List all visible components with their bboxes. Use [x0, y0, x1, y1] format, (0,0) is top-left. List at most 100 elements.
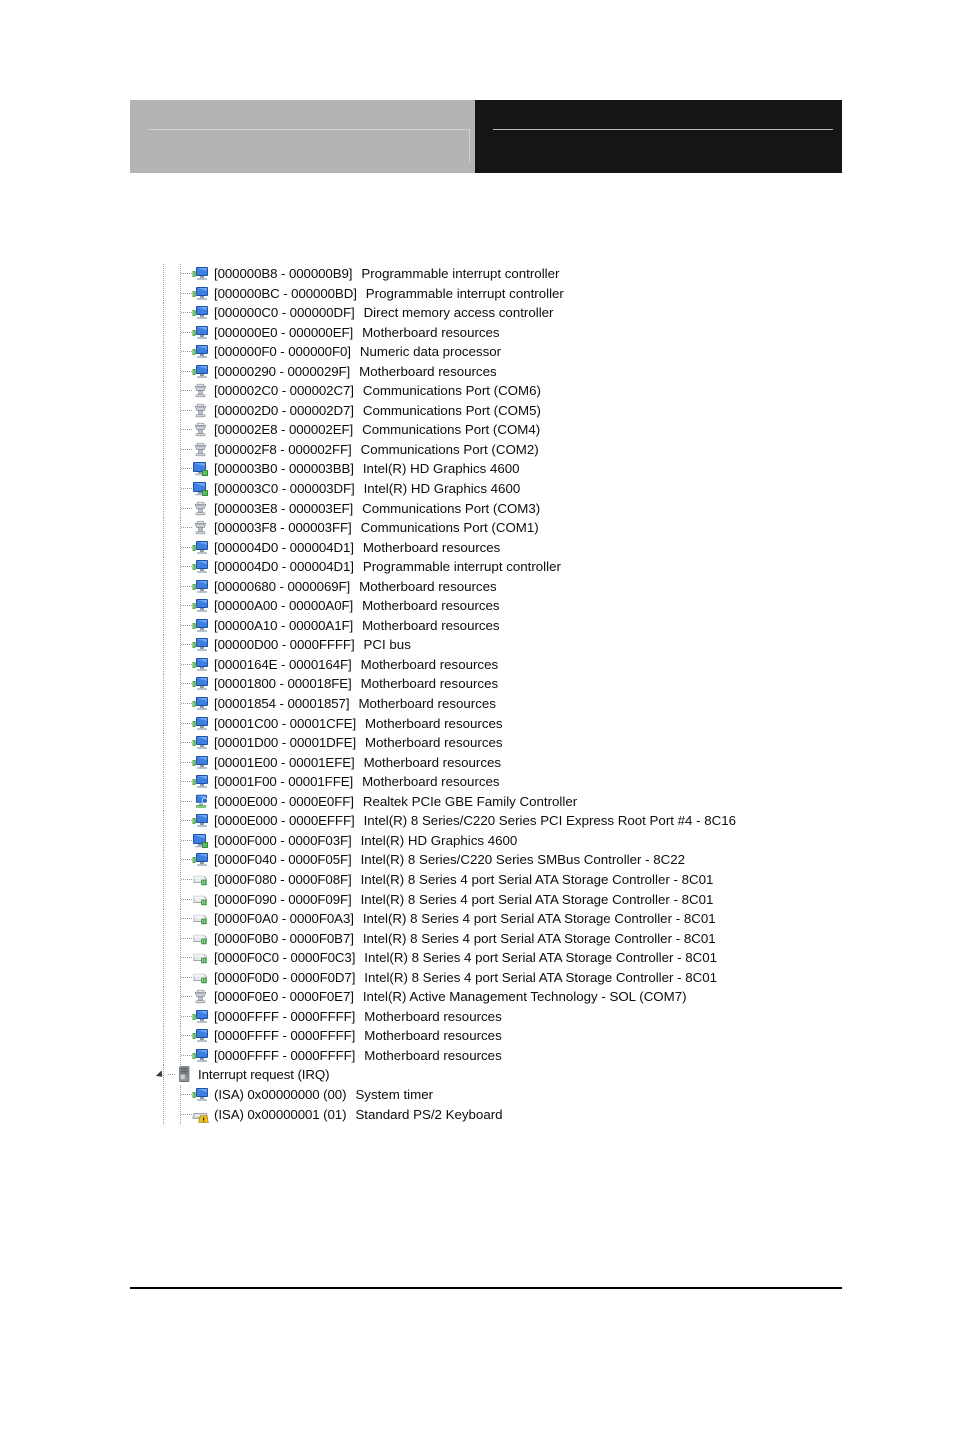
tree-row-description: Motherboard resources: [360, 676, 499, 692]
tree-row[interactable]: [00001F00 - 00001FFE] Motherboard resourc…: [0, 772, 954, 792]
motherboard-resource-icon: [192, 559, 209, 575]
tree-guide-rail-outer: [163, 283, 164, 304]
tree-row-description: Intel(R) 8 Series/C220 Series SMBus Cont…: [360, 852, 686, 868]
tree-row[interactable]: [00000680 - 0000069F] Motherboard resourc…: [0, 576, 954, 597]
tree-row[interactable]: [00001C00 - 00001CFE] Motherboard resourc…: [0, 713, 954, 734]
tree-row[interactable]: [000002F8 - 000002FF] Communications Port…: [0, 439, 954, 460]
tree-row-label: [000002C0 - 000002C7] Communications Port…: [214, 381, 541, 401]
tree-row-address: [00000A10 - 00000A1F]: [214, 617, 354, 633]
tree-row-label: [0000F080 - 0000F08F] Intel(R) 8 Series 4…: [214, 870, 713, 890]
tree-guide-elbow: [181, 448, 192, 450]
tree-row-description: Motherboard resources: [359, 363, 497, 379]
tree-row[interactable]: [0000FFFF - 0000FFFF] Motherboard resourc…: [0, 1026, 954, 1046]
tree-row[interactable]: [000002E8 - 000002EF] Communications Port…: [0, 420, 954, 440]
tree-row-description: Motherboard resources: [360, 656, 499, 672]
tree-row-address: [000003F8 - 000003FF]: [214, 520, 352, 536]
tree-row[interactable]: [00000D00 - 0000FFFF] PCI bus: [0, 635, 954, 655]
tree-row[interactable]: [0000F000 - 0000F03F] Intel(R) HD Graphic…: [0, 830, 954, 851]
tree-row-label: [00001D00 - 00001DFE] Motherboard resourc…: [214, 733, 503, 753]
tree-row[interactable]: [000002C0 - 000002C7] Communications Port…: [0, 381, 954, 401]
tree-row-description: Direct memory access controller: [363, 305, 554, 321]
tree-row-address: [000004D0 - 000004D1]: [214, 559, 354, 575]
tree-row[interactable]: [0000F0C0 - 0000F0C3] Intel(R) 8 Series 4…: [0, 948, 954, 968]
tree-row[interactable]: [000003B0 - 000003BB] Intel(R) HD Graphic…: [0, 459, 954, 480]
tree-row-address: [00000290 - 0000029F]: [214, 363, 351, 379]
tree-row[interactable]: [000000C0 - 000000DF] Direct memory acces…: [0, 303, 954, 323]
tree-row-address: [0000F000 - 0000F03F]: [214, 832, 352, 848]
tree-guide-elbow: [181, 331, 192, 333]
tree-row[interactable]: [0000F0E0 - 0000F0E7] Intel(R) Active Man…: [0, 987, 954, 1007]
tree-guide-elbow: [181, 976, 192, 978]
tree-row[interactable]: [000000BC - 000000BD] Programmable interr…: [0, 283, 954, 304]
tree-guide-rail-outer: [163, 928, 164, 949]
tree-row[interactable]: [00000A00 - 00000A0F] Motherboard resourc…: [0, 596, 954, 616]
tree-row-address: [000002E8 - 000002EF]: [214, 422, 354, 438]
tree-row-label: [0000F0B0 - 0000F0B7] Intel(R) 8 Series 4…: [214, 929, 716, 949]
tree-row[interactable]: [00001800 - 000018FE] Motherboard resourc…: [0, 674, 954, 695]
serial-port-icon: [192, 442, 209, 458]
tree-row[interactable]: [0000F040 - 0000F05F] Intel(R) 8 Series/C…: [0, 850, 954, 870]
tree-guide-elbow: [181, 996, 192, 998]
tree-row[interactable]: [000000E0 - 000000EF] Motherboard resourc…: [0, 322, 954, 343]
tree-row[interactable]: [0000F0A0 - 0000F0A3] Intel(R) 8 Series 4…: [0, 909, 954, 929]
tree-guide-rail-outer: [163, 498, 164, 519]
storage-controller-icon: [192, 931, 209, 947]
tree-guide-rail-outer: [163, 576, 164, 597]
tree-row[interactable]: [0000E000 - 0000E0FF] Realtek PCIe GBE Fa…: [0, 791, 954, 812]
tree-row[interactable]: [000002D0 - 000002D7] Communications Port…: [0, 400, 954, 421]
tree-guide-rail-outer: [163, 713, 164, 734]
tree-row[interactable]: [00001D00 - 00001DFE] Motherboard resourc…: [0, 733, 954, 753]
tree-row-description: Motherboard resources: [365, 715, 503, 731]
tree-row-address: [00000A00 - 00000A0F]: [214, 598, 354, 614]
resources-by-type-tree[interactable]: [000000B8 - 000000B9] Programmable interr…: [0, 264, 954, 1125]
tree-guide-rail-outer: [163, 361, 164, 382]
tree-row-address: [0000F0B0 - 0000F0B7]: [214, 930, 354, 946]
tree-row[interactable]: [000004D0 - 000004D1] Motherboard resourc…: [0, 537, 954, 558]
tree-guide-rail-outer: [163, 674, 164, 695]
tree-row[interactable]: [000003F8 - 000003FF] Communications Port…: [0, 518, 954, 538]
motherboard-resource-icon: [192, 1009, 209, 1025]
motherboard-resource-icon: [192, 579, 209, 595]
tree-row-description: Communications Port (COM2): [360, 441, 539, 457]
tree-row[interactable]: [00001854 - 00001857] Motherboard resourc…: [0, 694, 954, 714]
tree-row[interactable]: [0000F080 - 0000F08F] Intel(R) 8 Series 4…: [0, 869, 954, 890]
tree-row-label: [0000164E - 0000164F] Motherboard resourc…: [214, 655, 498, 675]
motherboard-resource-icon: [192, 618, 209, 634]
tree-row[interactable]: [000000F0 - 000000F0] Numeric data proces…: [0, 342, 954, 362]
tree-row[interactable]: [0000F090 - 0000F09F] Intel(R) 8 Series 4…: [0, 889, 954, 910]
tree-guide-rail-outer: [163, 303, 164, 323]
tree-row-address: [000000BC - 000000BD]: [214, 285, 357, 301]
tree-row[interactable]: (ISA) 0x00000000 (00) System timer: [0, 1084, 954, 1105]
tree-row-address: [000003B0 - 000003BB]: [214, 461, 354, 477]
tree-row[interactable]: [00000A10 - 00000A1F] Motherboard resourc…: [0, 615, 954, 636]
tree-row[interactable]: [0000FFFF - 0000FFFF] Motherboard resourc…: [0, 1045, 954, 1066]
tree-row-label: [0000F000 - 0000F03F] Intel(R) HD Graphic…: [214, 831, 517, 851]
motherboard-resource-icon: [192, 1048, 209, 1064]
tree-guide-rail-outer: [163, 420, 164, 440]
tree-row[interactable]: (ISA) 0x00000001 (01) Standard PS/2 Keybo…: [0, 1104, 954, 1125]
storage-controller-icon: [192, 950, 209, 966]
tree-row-description: Motherboard resources: [359, 578, 497, 594]
tree-guide-rail-outer: [163, 772, 164, 792]
tree-row[interactable]: [000004D0 - 000004D1] Programmable interr…: [0, 557, 954, 577]
tree-guide-elbow: [181, 820, 192, 822]
tree-row[interactable]: [000003C0 - 000003DF] Intel(R) HD Graphic…: [0, 479, 954, 499]
tree-row-description: Communications Port (COM6): [362, 383, 541, 399]
serial-port-icon: [192, 383, 209, 399]
tree-row-address: [000002D0 - 000002D7]: [214, 402, 354, 418]
tree-row[interactable]: [0000E000 - 0000EFFF] Intel(R) 8 Series/C…: [0, 811, 954, 831]
tree-row[interactable]: [0000F0B0 - 0000F0B7] Intel(R) 8 Series 4…: [0, 928, 954, 949]
tree-guide-rail-outer: [163, 752, 164, 773]
tree-guide-elbow: [181, 605, 192, 607]
tree-row[interactable]: [0000164E - 0000164F] Motherboard resourc…: [0, 654, 954, 675]
tree-row[interactable]: [0000FFFF - 0000FFFF] Motherboard resourc…: [0, 1006, 954, 1027]
tree-row[interactable]: [000000B8 - 000000B9] Programmable interr…: [0, 264, 954, 284]
tree-guide-rail-outer: [163, 537, 164, 558]
tree-row[interactable]: [00001E00 - 00001EFE] Motherboard resourc…: [0, 752, 954, 773]
tree-row[interactable]: [000003E8 - 000003EF] Communications Port…: [0, 498, 954, 519]
tree-row-label: [000002E8 - 000002EF] Communications Port…: [214, 420, 540, 440]
tree-node-interrupt-request[interactable]: Interrupt request (IRQ): [0, 1065, 954, 1085]
tree-row-address: [000002F8 - 000002FF]: [214, 441, 352, 457]
tree-row[interactable]: [0000F0D0 - 0000F0D7] Intel(R) 8 Series 4…: [0, 967, 954, 988]
tree-row[interactable]: [00000290 - 0000029F] Motherboard resourc…: [0, 361, 954, 382]
